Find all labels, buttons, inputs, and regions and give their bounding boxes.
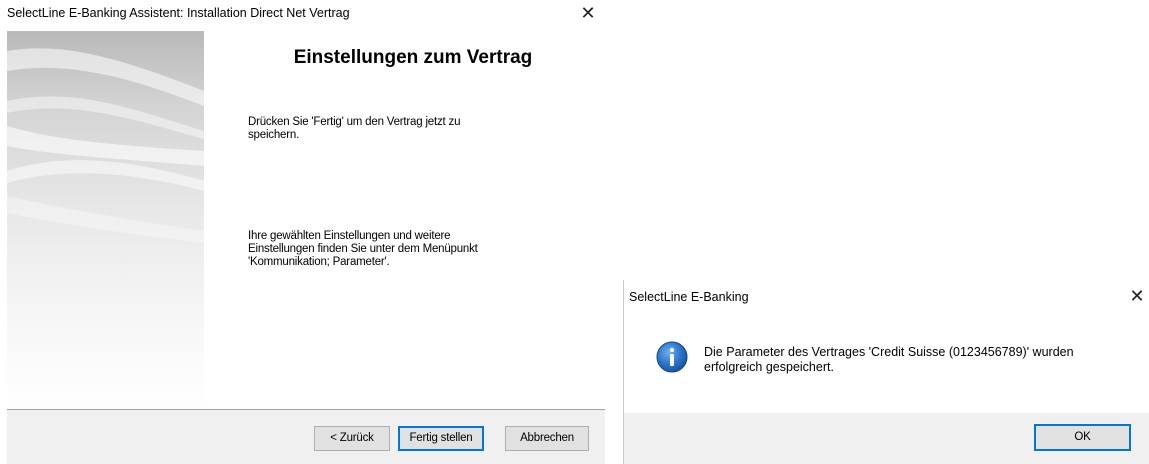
- wizard-dialog: SelectLine E-Banking Assistent: Installa…: [0, 0, 605, 464]
- ok-button[interactable]: OK: [1034, 424, 1131, 451]
- messagebox-title: SelectLine E-Banking: [629, 290, 749, 304]
- cancel-button[interactable]: Abbrechen: [505, 426, 589, 451]
- message-text: Die Parameter des Vertrages 'Credit Suis…: [704, 345, 1134, 375]
- finish-button[interactable]: Fertig stellen: [398, 426, 484, 451]
- wizard-titlebar: SelectLine E-Banking Assistent: Installa…: [0, 0, 605, 28]
- page-title: Einstellungen zum Vertrag: [293, 47, 533, 68]
- messagebox-titlebar: SelectLine E-Banking ✕: [624, 284, 1149, 312]
- message-box: SelectLine E-Banking ✕ Die Parameter des…: [623, 280, 1149, 464]
- back-button[interactable]: < Zurück: [314, 426, 390, 451]
- wizard-banner-image: [7, 31, 204, 409]
- wizard-title: SelectLine E-Banking Assistent: Installa…: [7, 6, 350, 20]
- messagebox-close-icon[interactable]: ✕: [1124, 283, 1149, 311]
- wizard-close-icon[interactable]: ✕: [571, 0, 605, 28]
- instruction-text: Drücken Sie 'Fertig' um den Vertrag jetz…: [248, 116, 461, 141]
- info-icon: [656, 341, 688, 373]
- settings-info-text: Ihre gewählten Einstellungen und weitere…: [248, 230, 478, 268]
- message-body: Die Parameter des Vertrages 'Credit Suis…: [704, 345, 1074, 374]
